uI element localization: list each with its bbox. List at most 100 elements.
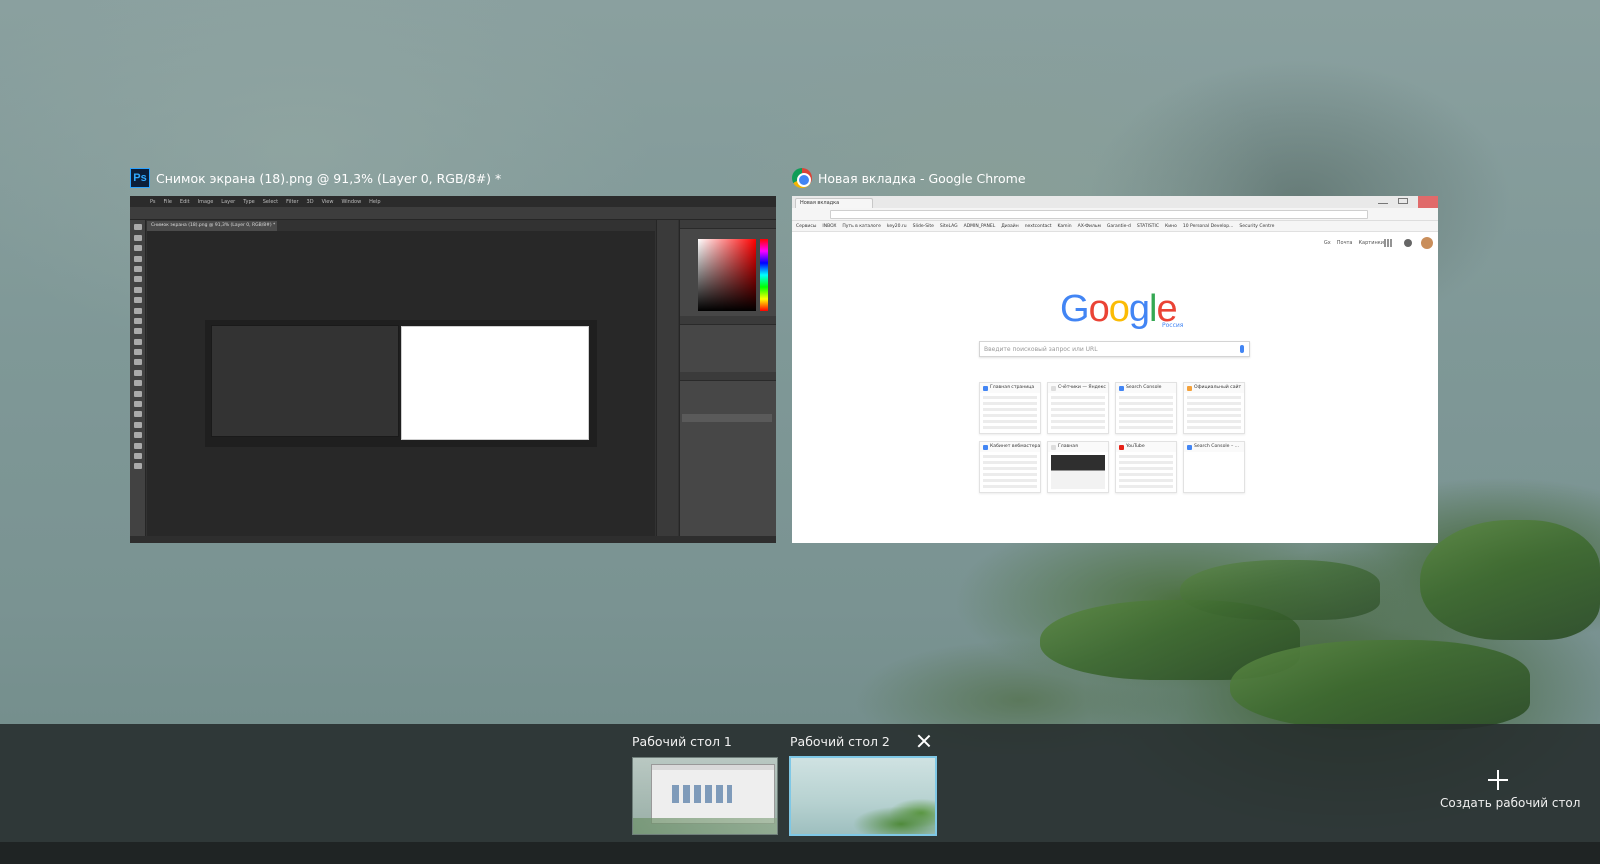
chrome-icon — [792, 168, 812, 188]
tile-preview — [983, 455, 1037, 489]
favicon-icon — [1051, 445, 1056, 450]
bookmark-item: SiteLAG — [939, 223, 958, 229]
search-placeholder: Введите поисковый запрос или URL — [984, 346, 1098, 353]
ps-menu-item: Type — [243, 198, 255, 205]
ps-tool-icon — [133, 245, 142, 252]
photoshop-title-text: Снимок экрана (18).png @ 91,3% (Layer 0,… — [156, 170, 502, 186]
desktop-1-thumbnail[interactable] — [632, 757, 778, 835]
desktop-1-window-preview — [651, 764, 775, 824]
google-top-link: Почта — [1336, 240, 1353, 246]
tile-preview — [1051, 455, 1105, 489]
ps-menu-item: Ps — [150, 198, 156, 205]
most-visited-tile: Search Console – ... — [1183, 441, 1245, 493]
plus-icon[interactable] — [1488, 770, 1508, 790]
ps-toolbar — [130, 220, 146, 536]
ps-tool-icon — [133, 224, 142, 231]
close-desktop-icon[interactable] — [916, 733, 932, 749]
tile-preview — [1187, 455, 1241, 489]
bookmark-item: Путь в каталоге — [842, 223, 881, 229]
google-search-box: Введите поисковый запрос или URL — [979, 341, 1250, 357]
photoshop-icon: Ps — [130, 168, 150, 188]
favicon-icon — [983, 445, 988, 450]
ps-tool-icon — [133, 390, 142, 397]
ps-panels — [679, 220, 776, 536]
ps-menu-item: Help — [369, 198, 381, 205]
ps-panel-strip — [656, 220, 678, 536]
ps-tool-icon — [133, 286, 142, 293]
most-visited-tile: Главная — [1047, 441, 1109, 493]
most-visited-tile: YouTube — [1115, 441, 1177, 493]
ps-adjustments-panel-tab — [680, 316, 776, 325]
google-top-link: Картинки — [1358, 240, 1385, 246]
ps-tool-icon — [133, 401, 142, 408]
chrome-title-text: Новая вкладка - Google Chrome — [818, 170, 1026, 186]
bookmark-item: Кино — [1165, 223, 1177, 229]
bookmark-item: Дизайн — [1001, 223, 1019, 229]
chrome-tab: Новая вкладка — [795, 198, 873, 208]
chrome-window-title[interactable]: Новая вкладка - Google Chrome — [792, 166, 1026, 190]
ps-status-bar — [130, 536, 776, 543]
ps-tool-icon — [133, 255, 142, 262]
apps-grid-icon — [1384, 239, 1392, 247]
chrome-window-thumbnail[interactable]: Новая вкладка Сервисы INBOX Путь в каталог… — [792, 196, 1438, 543]
wallpaper-rock — [1420, 520, 1600, 640]
most-visited-tile: Счётчики — Яндекс — [1047, 382, 1109, 434]
ps-tool-icon — [133, 359, 142, 366]
chrome-address-bar — [830, 210, 1368, 219]
favicon-icon — [1051, 386, 1056, 391]
bookmark-item: nextcontact — [1024, 223, 1052, 229]
tile-preview — [1051, 396, 1105, 430]
chrome-bookmarks-bar: Сервисы INBOX Путь в каталоге key20.ru Slide… — [792, 221, 1438, 232]
bookmark-item: ADMIN_PANEL — [963, 223, 996, 229]
bookmark-item: Сервисы — [796, 223, 817, 229]
tile-title: Главная — [1048, 442, 1108, 452]
tile-title: Search Console – ... — [1184, 442, 1244, 452]
ps-menu-item: Edit — [179, 198, 190, 205]
tile-title: YouTube — [1116, 442, 1176, 452]
ps-tool-icon — [133, 276, 142, 283]
ps-menu-item: View — [321, 198, 334, 205]
minimize-icon — [1378, 198, 1388, 204]
most-visited-tile: Search Console — [1115, 382, 1177, 434]
create-desktop-button[interactable]: Создать рабочий стол — [1440, 796, 1580, 810]
bookmark-item: Security Centre — [1239, 223, 1275, 229]
ps-tool-icon — [133, 421, 142, 428]
ps-menu-item: Filter — [286, 198, 299, 205]
favicon-icon — [1187, 445, 1192, 450]
ps-color-field — [698, 239, 756, 311]
ps-document-tab: Снимок экрана (18).png @ 91,3% (Layer 0,… — [147, 221, 277, 231]
ps-tool-icon — [133, 307, 142, 314]
photoshop-window-thumbnail[interactable]: Ps File Edit Image Layer Type Select Filter 3D Vi… — [130, 196, 776, 543]
favicon-icon — [1119, 445, 1124, 450]
tile-preview — [1119, 455, 1173, 489]
desktop-2-label: Рабочий стол 2 — [790, 734, 890, 749]
tile-preview — [1187, 396, 1241, 430]
bookmark-item: Slide-Site — [912, 223, 934, 229]
desktop-1-label: Рабочий стол 1 — [632, 734, 732, 749]
close-icon — [1418, 196, 1438, 208]
bookmark-item: Kamin — [1057, 223, 1072, 229]
ps-tool-icon — [133, 432, 142, 439]
google-top-link: Gx — [1323, 240, 1331, 246]
bookmark-item: INBOX — [822, 223, 837, 229]
ps-tool-icon — [133, 265, 142, 272]
favicon-icon — [983, 386, 988, 391]
notifications-icon — [1404, 239, 1412, 247]
ps-tool-icon — [133, 328, 142, 335]
tile-title: Search Console — [1116, 383, 1176, 393]
bookmark-item: Garantie-d — [1106, 223, 1131, 229]
google-top-links: Gx Почта Картинки — [1324, 240, 1384, 246]
most-visited-tile: Официальный сайт — [1183, 382, 1245, 434]
ps-menu-item: Image — [197, 198, 214, 205]
ps-tool-icon — [133, 369, 142, 376]
chrome-toolbar — [792, 208, 1438, 221]
ps-color-panel-tab — [680, 220, 776, 229]
bookmark-item: key20.ru — [886, 223, 907, 229]
taskbar-edge — [0, 842, 1600, 864]
ps-tool-icon — [133, 234, 142, 241]
photoshop-window-title[interactable]: Ps Снимок экрана (18).png @ 91,3% (Layer… — [130, 166, 501, 190]
ps-nested-window — [211, 325, 399, 437]
tile-title: Официальный сайт — [1184, 383, 1244, 393]
desktop-2-thumbnail[interactable] — [789, 756, 937, 836]
ps-tool-icon — [133, 297, 142, 304]
